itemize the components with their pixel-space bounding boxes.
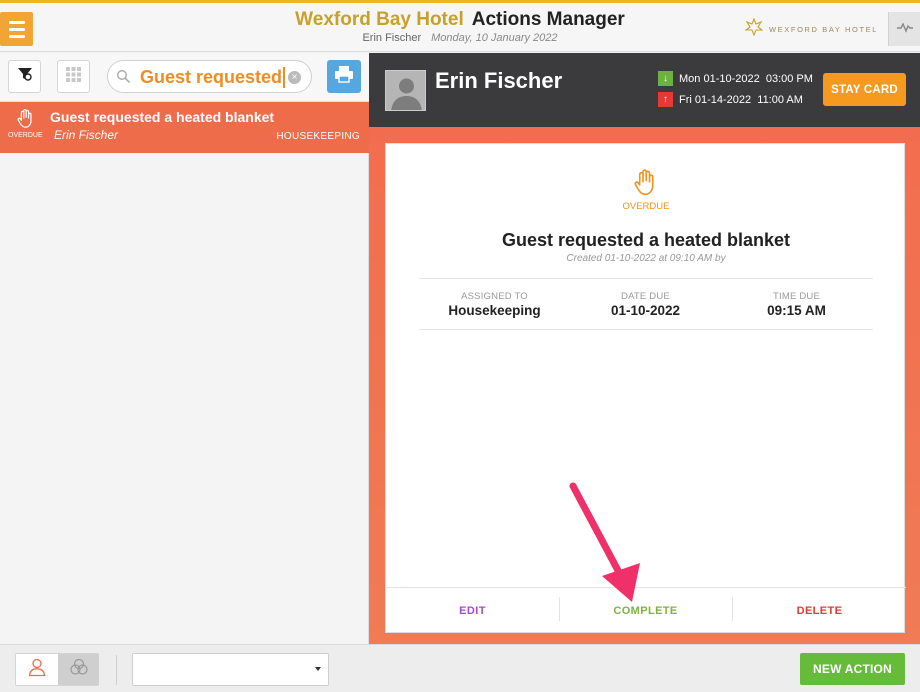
brand-logo: WEXFORD BAY HOTEL [744, 17, 879, 40]
list-item-department: HOUSEKEEPING [276, 131, 360, 142]
print-button[interactable] [327, 60, 361, 93]
my-actions-toggle[interactable] [16, 654, 58, 685]
current-user: Erin Fischer [362, 32, 422, 44]
activity-button[interactable] [888, 12, 920, 46]
departure-date: Fri 01-14-2022 11:00 AM [679, 93, 803, 106]
guest-bar: Erin Fischer ↓ Mon 01-10-2022 03:00 PM ↑… [369, 53, 920, 127]
pulse-icon [896, 20, 914, 38]
search-value: Guest requested [140, 67, 286, 88]
departure-row: ↑ Fri 01-14-2022 11:00 AM [658, 92, 803, 107]
arrival-date: Mon 01-10-2022 03:00 PM [679, 72, 813, 85]
raised-hand-icon [8, 108, 44, 135]
list-item-title: Guest requested a heated blanket [50, 109, 275, 125]
arrow-up-icon: ↑ [658, 92, 673, 107]
all-actions-toggle[interactable] [58, 654, 99, 685]
time-due-value: 09:15 AM [767, 303, 826, 318]
delete-button[interactable]: DELETE [733, 588, 906, 634]
status-badge: OVERDUE [8, 132, 43, 139]
grid-button[interactable] [57, 60, 90, 93]
grid-icon [65, 66, 82, 88]
edit-button[interactable]: EDIT [386, 588, 559, 634]
action-list-panel: Guest requested × OVERDUE Guest requeste… [0, 53, 369, 644]
filter-button[interactable] [8, 60, 41, 93]
group-icon [69, 657, 89, 682]
user-icon [27, 657, 47, 682]
search-input[interactable]: Guest requested × [107, 60, 312, 93]
hotel-name: Wexford Bay Hotel [295, 9, 464, 30]
app-name: Actions Manager [471, 9, 625, 30]
assigned-to-column: ASSIGNED TO Housekeeping [419, 291, 570, 318]
print-icon [334, 65, 354, 88]
time-due-label: TIME DUE [773, 291, 820, 302]
created-info: Created 01-10-2022 at 09:10 AM by [566, 253, 726, 264]
list-item[interactable]: OVERDUE Guest requested a heated blanket… [0, 102, 369, 153]
action-details: ASSIGNED TO Housekeeping DATE DUE 01-10-… [419, 278, 873, 330]
arrival-row: ↓ Mon 01-10-2022 03:00 PM [658, 71, 813, 86]
avatar [385, 70, 426, 111]
status-label: OVERDUE [622, 201, 670, 212]
filter-icon [16, 65, 34, 88]
raised-hand-icon [386, 168, 906, 203]
assigned-to-value: Housekeeping [448, 303, 541, 318]
view-toggle [15, 653, 99, 686]
department-dropdown[interactable] [132, 653, 329, 686]
guest-name: Erin Fischer [435, 68, 563, 93]
bottom-bar: NEW ACTION [0, 644, 920, 692]
chevron-down-icon [315, 667, 321, 671]
date-due-column: DATE DUE 01-10-2022 [570, 291, 721, 318]
date-due-label: DATE DUE [621, 291, 670, 302]
assigned-to-label: ASSIGNED TO [461, 291, 528, 302]
search-icon [116, 69, 131, 89]
arrow-down-icon: ↓ [658, 71, 673, 86]
date-due-value: 01-10-2022 [610, 303, 681, 318]
current-date: Monday, 10 January 2022 [431, 32, 558, 44]
new-action-button[interactable]: NEW ACTION [800, 653, 905, 685]
clear-icon[interactable]: × [288, 71, 301, 84]
app-header: Wexford Bay Hotel Actions Manager Erin Fi… [0, 3, 920, 52]
brand-text: WEXFORD BAY HOTEL [769, 24, 879, 34]
list-item-guest: Erin Fischer [54, 128, 119, 142]
leaf-icon [744, 17, 764, 40]
annotation-arrow [569, 482, 640, 602]
stay-card-button[interactable]: STAY CARD [823, 73, 906, 106]
list-toolbar: Guest requested × [0, 53, 369, 102]
action-title: Guest requested a heated blanket [501, 230, 791, 250]
time-due-column: TIME DUE 09:15 AM [721, 291, 872, 318]
